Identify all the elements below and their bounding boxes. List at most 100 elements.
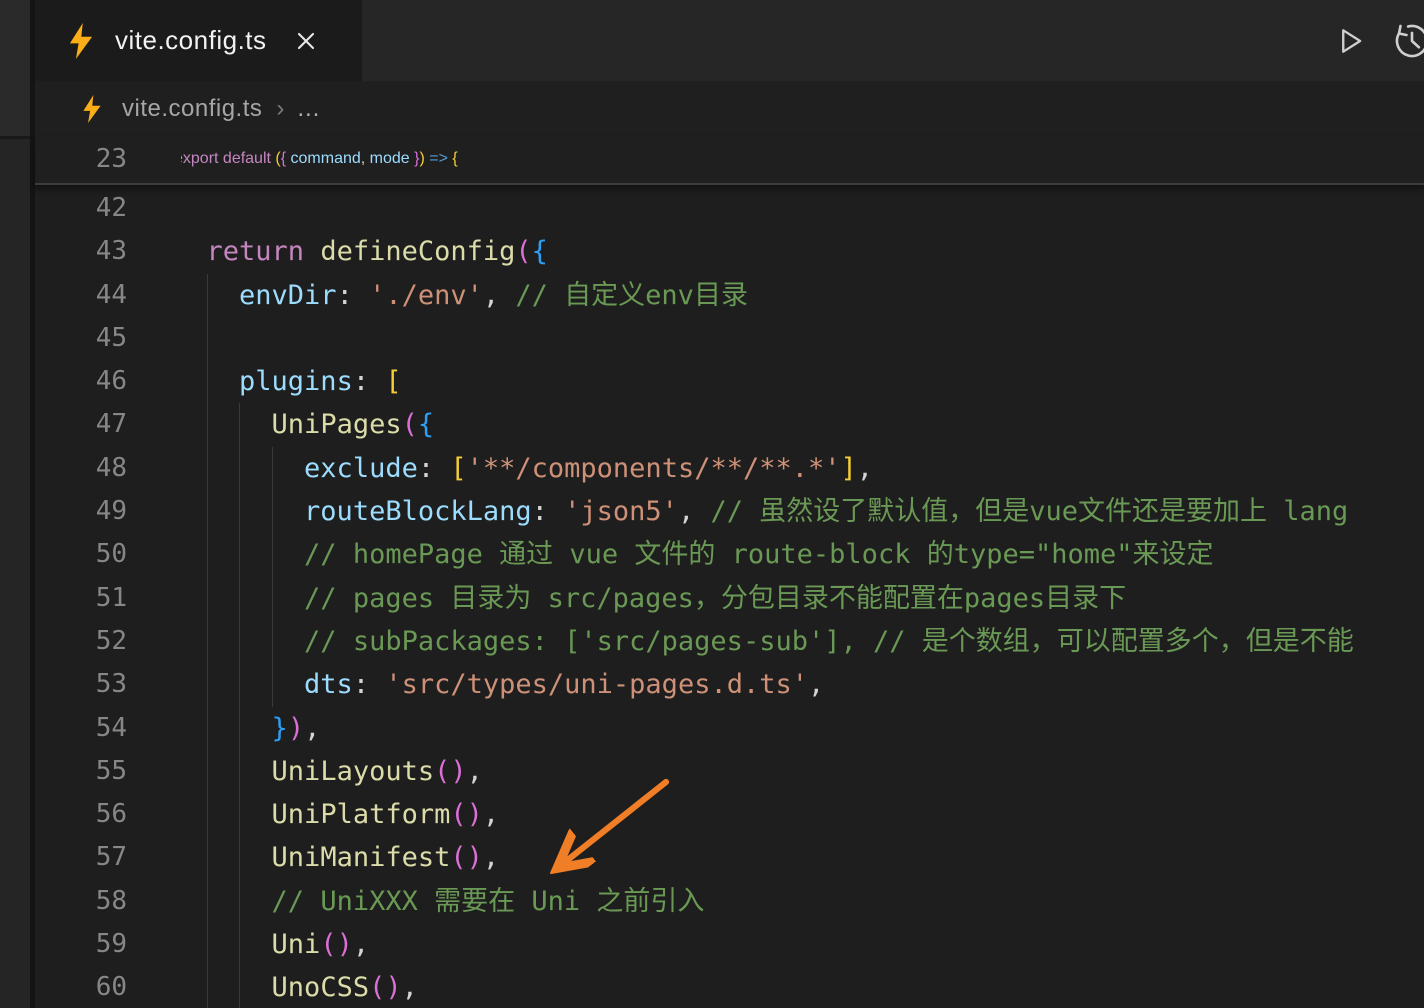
token-pun [181,929,272,960]
line-number[interactable]: 43 [35,230,127,273]
tab-close-button[interactable] [289,24,323,58]
line-number[interactable]: 23 [35,137,127,181]
line-number[interactable]: 55 [35,750,127,793]
line-number[interactable]: 48 [35,447,127,490]
code-line-text[interactable]: routeBlockLang: 'json5', // 虽然设了默认值，但是vu… [181,496,1348,527]
token-var: command [291,150,361,167]
line-number[interactable]: 42 [35,187,127,230]
token-b2: ) [288,713,304,744]
token-fn: defineConfig [320,236,515,267]
editor-action-bar [1332,0,1424,81]
line-number[interactable]: 44 [35,274,127,317]
token-pun: , [857,453,873,484]
line-number[interactable]: 49 [35,490,127,533]
code-line: 57 UniManifest(), [35,836,1424,879]
code-line-text[interactable]: // homePage 通过 vue 文件的 route-block 的type… [181,539,1214,570]
history-button[interactable] [1392,21,1424,61]
line-number[interactable]: 51 [35,577,127,620]
token-pun [181,756,272,787]
code-line-text[interactable]: return defineConfig({ [181,236,548,267]
code-line-text[interactable] [181,323,190,354]
line-number[interactable]: 57 [35,836,127,879]
code-line-text[interactable] [181,193,190,224]
code-line-text[interactable]: }), [181,713,320,744]
token-pun: , [483,280,516,311]
indent-guide [239,577,240,620]
indent-guide [239,533,240,576]
token-pun [181,972,272,1003]
breadcrumb-chevron-icon: › [276,95,284,123]
token-str: 'src/types/uni-pages.d.ts' [385,669,808,700]
code-line-text[interactable]: // subPackages: ['src/pages-sub'], // 是个… [181,626,1354,657]
line-number[interactable]: 46 [35,360,127,403]
indent-guide [207,750,208,793]
token-kw: export default [181,150,271,167]
code-line-text[interactable]: UniLayouts(), [181,756,483,787]
token-b2: () [320,929,353,960]
play-icon [1332,23,1368,59]
line-number[interactable]: 50 [35,533,127,576]
line-number[interactable]: 59 [35,923,127,966]
line-number[interactable]: 54 [35,707,127,750]
token-cmt: // 自定义env目录 [515,280,748,311]
token-pun: , [353,929,369,960]
indent-guide [272,490,273,533]
indent-guide [207,577,208,620]
line-number[interactable]: 56 [35,793,127,836]
code-line: 55 UniLayouts(), [35,750,1424,793]
line-number[interactable]: 53 [35,663,127,706]
breadcrumb-file[interactable]: vite.config.ts [122,95,262,123]
code-line-text[interactable]: plugins: [ [181,366,402,397]
token-pun: : [532,496,565,527]
run-button[interactable] [1332,23,1368,59]
indent-guide [207,490,208,533]
token-b3: { [532,236,548,267]
indent-guide [272,620,273,663]
line-number[interactable]: 45 [35,317,127,360]
token-var: plugins [239,366,353,397]
indent-guide [239,793,240,836]
token-pun [181,409,272,440]
code-line-text[interactable]: envDir: './env', // 自定义env目录 [181,280,748,311]
tab-vite-config[interactable]: vite.config.ts [35,0,362,81]
token-fn: UniPages [272,409,402,440]
code-line-text[interactable]: Uni(), [181,929,369,960]
sticky-scroll-line[interactable]: 23 export default ({ command, mode }) => … [35,137,1424,185]
token-b1: ] [841,453,857,484]
code-line-text[interactable]: // UniXXX 需要在 Uni 之前引入 [181,886,704,917]
token-pun: , [483,799,499,830]
line-number[interactable]: 47 [35,403,127,446]
close-icon [293,28,319,54]
indent-guide [239,923,240,966]
token-var: exclude [304,453,418,484]
code-line-text[interactable]: UniPlatform(), [181,799,499,830]
indent-guide [239,663,240,706]
code-line-text[interactable]: // pages 目录为 src/pages，分包目录不能配置在pages目录下 [181,583,1126,614]
breadcrumb-ellipsis[interactable]: … [296,95,322,123]
indent-guide [207,663,208,706]
code-line-text[interactable]: dts: 'src/types/uni-pages.d.ts', [181,669,824,700]
code-line-text[interactable]: UniManifest(), [181,842,499,873]
code-line: 43 return defineConfig({ [35,230,1424,273]
token-pun: , [402,972,418,1003]
indent-guide [207,707,208,750]
token-op: => [429,150,448,167]
code-line-text[interactable]: UnoCSS(), [181,972,418,1003]
token-str: './env' [369,280,483,311]
line-number[interactable]: 58 [35,880,127,923]
line-number[interactable]: 60 [35,966,127,1008]
code-line: 60 UnoCSS(), [35,966,1424,1008]
token-fn: UniLayouts [272,756,435,787]
line-number[interactable]: 52 [35,620,127,663]
code-line-text[interactable]: UniPages({ [181,409,434,440]
code-line: 49 routeBlockLang: 'json5', // 虽然设了默认值，但… [35,490,1424,533]
token-b1: { [452,150,457,167]
token-var: routeBlockLang [304,496,532,527]
code-line-text[interactable]: export default ({ command, mode }) => { [181,150,458,167]
code-line-text[interactable]: exclude: ['**/components/**/**.*'], [181,453,873,484]
vite-lightning-icon [63,21,99,61]
indent-guide [207,447,208,490]
token-pun [181,453,304,484]
indent-guide [207,403,208,446]
indent-guide [207,923,208,966]
